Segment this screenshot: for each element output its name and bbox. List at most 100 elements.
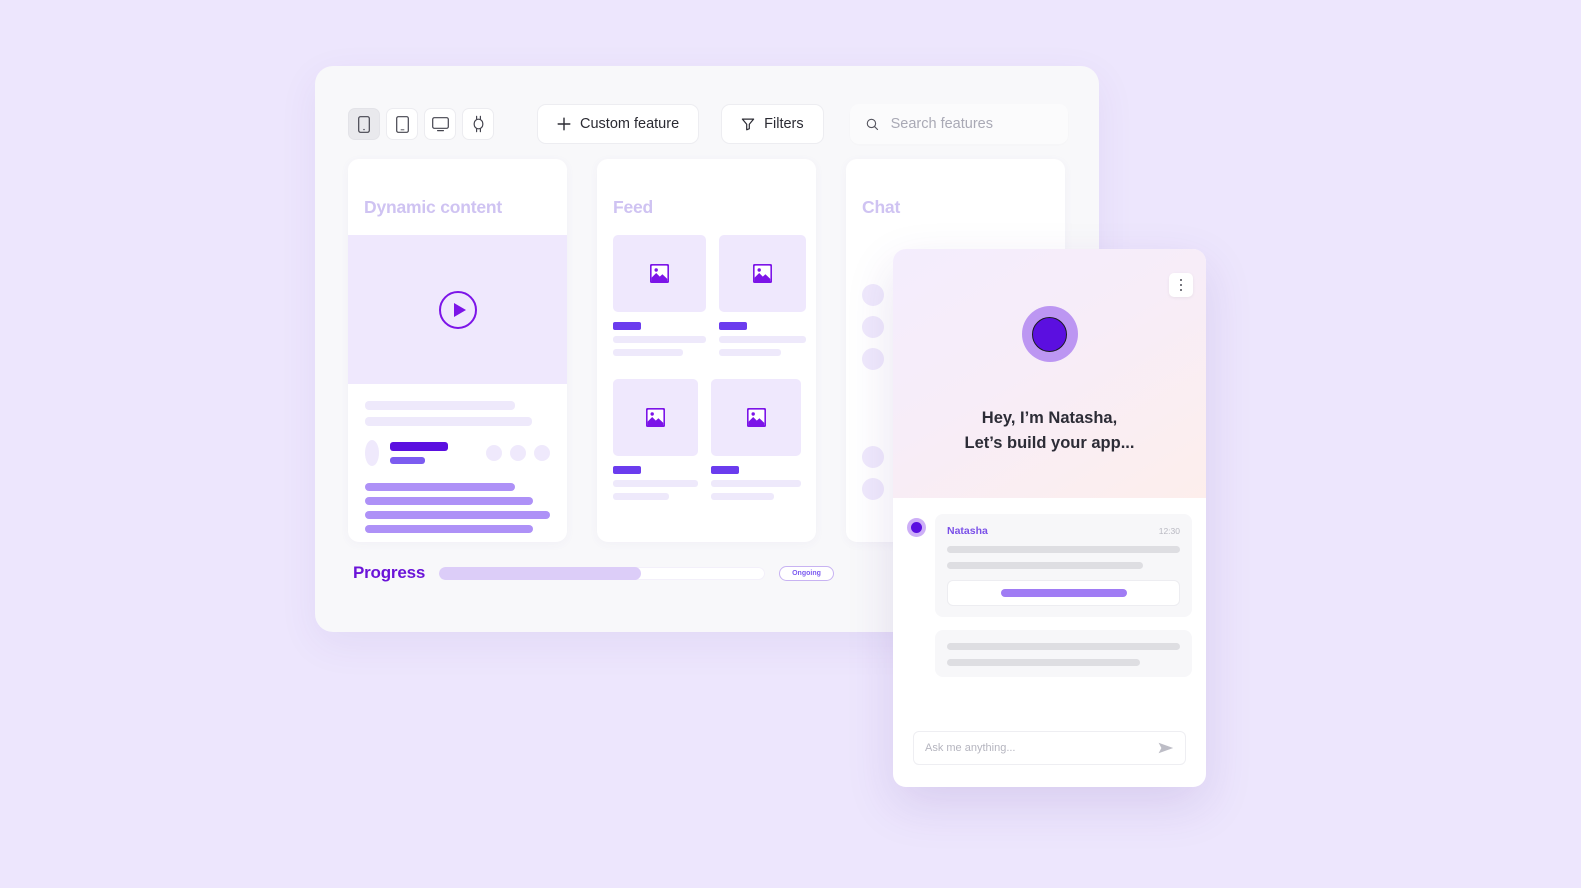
skeleton-line <box>711 480 801 487</box>
chat-message-list: Natasha 12:30 <box>893 498 1206 677</box>
skeleton-line <box>365 417 532 426</box>
tablet-icon <box>395 115 409 133</box>
chat-widget: Hey, I’m Natasha, Let’s build your app..… <box>893 249 1206 787</box>
send-arrow-icon[interactable] <box>1158 742 1174 754</box>
kebab-dot <box>1179 288 1183 292</box>
image-placeholder-icon <box>650 264 669 283</box>
skeleton-text-bar <box>365 511 550 519</box>
assistant-avatar <box>1021 306 1078 362</box>
status-badge: Ongoing <box>779 565 834 581</box>
avatar <box>862 316 884 338</box>
skeleton-line <box>947 562 1143 569</box>
avatar <box>862 446 884 468</box>
feed-thumbnail <box>719 235 806 312</box>
watch-icon <box>473 115 483 133</box>
device-button-tablet[interactable] <box>386 108 418 140</box>
avatar <box>862 348 884 370</box>
feed-thumbnail <box>711 379 801 456</box>
message-action-bar <box>1000 589 1127 597</box>
feed-thumbnail <box>613 379 698 456</box>
kebab-dot <box>1179 278 1183 282</box>
device-button-desktop[interactable] <box>424 108 456 140</box>
greeting-line-2: Let’s build your app... <box>964 433 1135 452</box>
avatar <box>534 445 550 461</box>
feed-grid-row-1 <box>597 218 816 356</box>
message-avatar-dot <box>911 522 922 533</box>
avatar <box>510 445 526 461</box>
message-action-button[interactable] <box>947 580 1180 606</box>
skeleton-text-bar <box>365 497 533 505</box>
play-triangle <box>453 302 466 317</box>
avatar <box>862 284 884 306</box>
plus-icon <box>557 117 571 131</box>
message-sender: Natasha <box>947 525 988 537</box>
screen-root: Custom feature Filters Dynamic content <box>0 0 1581 888</box>
message-header: Natasha 12:30 <box>947 525 1180 537</box>
skeleton-line <box>613 493 669 500</box>
skeleton-line <box>613 336 706 343</box>
message-bubble: Natasha 12:30 <box>935 514 1192 617</box>
search-icon <box>866 118 878 130</box>
progress-label: Progress <box>353 563 426 582</box>
skeleton-avatar-row <box>365 440 550 466</box>
custom-feature-button[interactable]: Custom feature <box>537 104 700 144</box>
feed-tag-bar <box>613 466 641 474</box>
chat-composer[interactable] <box>913 731 1186 765</box>
device-button-watch[interactable] <box>462 108 494 140</box>
card-feed[interactable]: Feed <box>597 159 816 542</box>
play-button-icon[interactable] <box>438 290 477 329</box>
feed-grid-row-2 <box>597 356 816 500</box>
skeleton-text-bar <box>365 483 515 491</box>
skeleton-line <box>613 480 698 487</box>
card-title: Feed <box>613 197 654 217</box>
filters-label: Filters <box>764 116 804 132</box>
skeleton-line <box>947 546 1180 553</box>
chat-message: Natasha 12:30 <box>907 514 1192 617</box>
video-preview-area[interactable] <box>348 235 567 384</box>
progress-bar <box>439 566 766 580</box>
feed-tag-bar <box>719 322 747 330</box>
kebab-menu-icon[interactable] <box>1169 273 1193 297</box>
desktop-icon <box>431 116 449 131</box>
search-features-box[interactable] <box>849 104 1068 144</box>
skeleton-line <box>365 401 515 410</box>
avatar <box>862 478 884 500</box>
device-button-phone[interactable] <box>348 108 380 140</box>
skeleton-accent-bar <box>390 457 425 464</box>
feed-thumbnail <box>613 235 706 312</box>
phone-icon <box>358 115 370 133</box>
feed-tag-bar <box>711 466 739 474</box>
skeleton-text-bar <box>365 525 533 533</box>
toolbar: Custom feature Filters <box>348 99 1068 149</box>
skeleton-accent-bar <box>390 442 448 451</box>
feed-item[interactable] <box>613 235 706 356</box>
image-placeholder-icon <box>753 264 772 283</box>
skeleton-line <box>947 643 1180 650</box>
skeleton-line <box>613 349 683 356</box>
custom-feature-label: Custom feature <box>580 116 680 132</box>
kebab-dot <box>1179 283 1183 287</box>
skeleton-line <box>719 349 781 356</box>
card-dynamic-content[interactable]: Dynamic content <box>348 159 567 542</box>
feed-item[interactable] <box>613 379 698 500</box>
feed-item[interactable] <box>711 379 801 500</box>
message-time: 12:30 <box>1158 526 1180 536</box>
chat-input[interactable] <box>925 742 1150 754</box>
image-placeholder-icon <box>746 408 766 427</box>
feed-item[interactable] <box>719 235 806 356</box>
skeleton-line <box>711 493 774 500</box>
device-switcher <box>348 108 494 140</box>
filters-button[interactable]: Filters <box>721 104 824 144</box>
avatar <box>365 440 379 466</box>
progress-row: Progress Ongoing <box>353 563 834 583</box>
image-placeholder-icon <box>646 408 665 427</box>
message-bubble <box>935 630 1192 677</box>
greeting-line-1: Hey, I’m Natasha, <box>981 409 1118 427</box>
dynamic-skeleton-body <box>348 384 567 533</box>
card-title: Dynamic content <box>364 197 502 217</box>
avatar <box>486 445 502 461</box>
progress-bar-fill <box>439 566 642 580</box>
search-input[interactable] <box>890 116 1052 132</box>
message-avatar <box>907 518 926 537</box>
card-title: Chat <box>862 197 901 217</box>
